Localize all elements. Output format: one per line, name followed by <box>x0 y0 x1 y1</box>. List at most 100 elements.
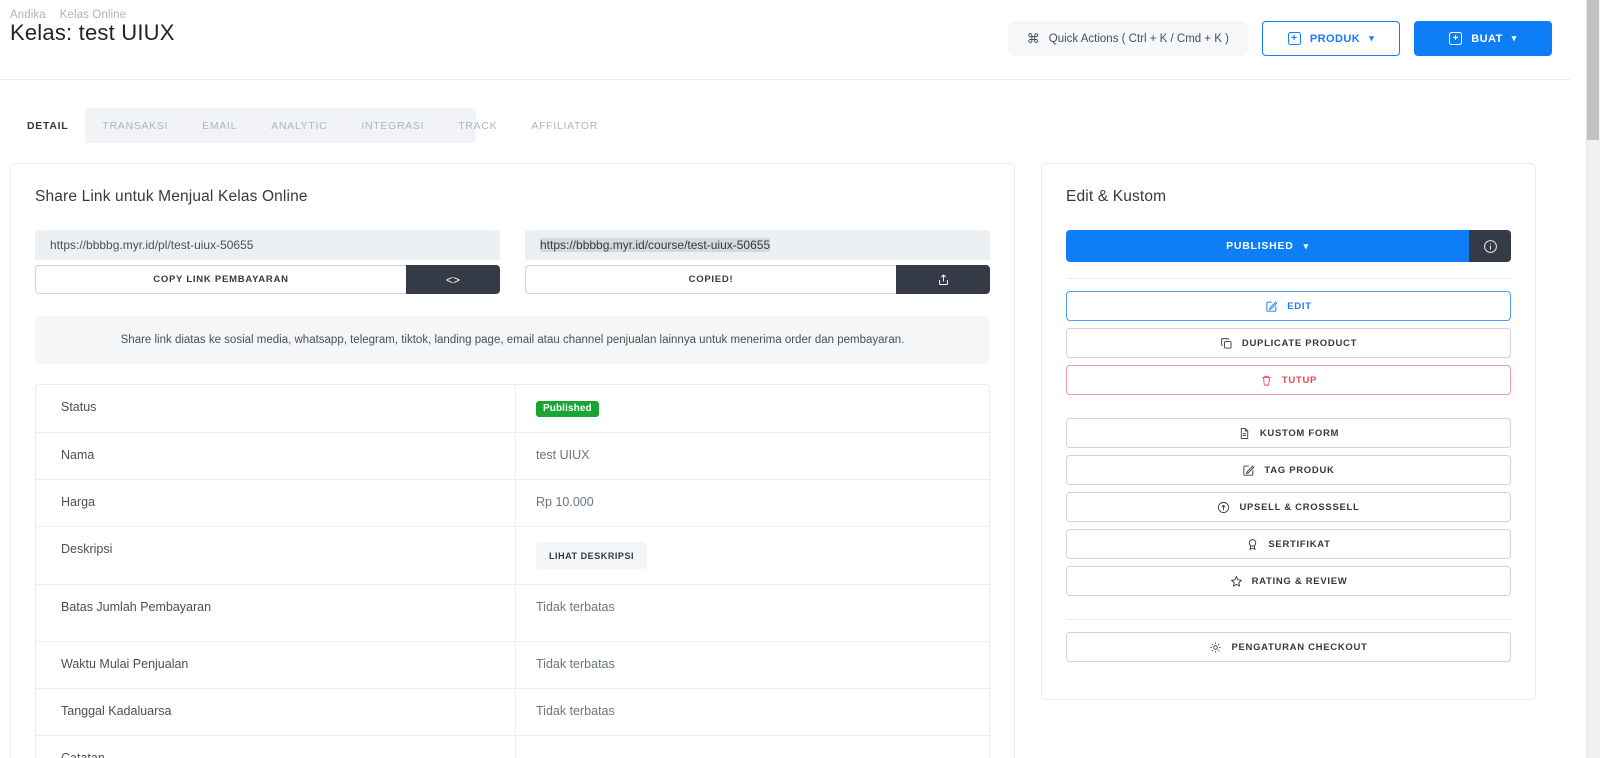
table-row: Catatan <box>36 736 989 758</box>
buat-button-label: BUAT <box>1471 32 1503 45</box>
quick-actions-label: Quick Actions ( Ctrl + K / Cmd + K ) <box>1048 32 1229 45</box>
duplicate-product-button[interactable]: DUPLICATE PRODUCT <box>1066 328 1511 358</box>
divider <box>1066 619 1511 620</box>
tutup-button-label: TUTUP <box>1281 374 1318 386</box>
tab-track[interactable]: TRACK <box>441 108 514 143</box>
detail-card: Share Link untuk Menjual Kelas Online ht… <box>10 163 1015 758</box>
chevron-down-icon: ▾ <box>1303 240 1309 251</box>
page-title: Kelas: test UIUX <box>10 20 175 45</box>
embed-code-button[interactable]: <> <box>406 265 500 294</box>
sertifikat-label: SERTIFIKAT <box>1268 538 1331 550</box>
content-area: Share Link untuk Menjual Kelas Online ht… <box>10 163 1560 758</box>
table-row: Waktu Mulai Penjualan Tidak terbatas <box>36 642 989 689</box>
status-info-button[interactable] <box>1469 230 1511 262</box>
row-label: Status <box>36 385 516 432</box>
row-label: Deskripsi <box>36 527 516 584</box>
copy-course-link-button[interactable]: COPIED! <box>525 265 896 294</box>
row-label: Batas Jumlah Pembayaran <box>36 585 516 641</box>
buat-button[interactable]: + BUAT ▾ <box>1414 21 1552 56</box>
upsell-crosssell-button[interactable]: UPSELL & CROSSSELL <box>1066 492 1511 522</box>
payment-link-text: https://bbbbg.myr.id/pl/test-uiux-50655 <box>50 238 254 252</box>
table-row: Nama test UIUX <box>36 433 989 480</box>
star-icon <box>1230 575 1243 588</box>
tab-transaksi[interactable]: TRANSAKSI <box>85 108 185 143</box>
row-value: Tidak terbatas <box>536 600 615 614</box>
copy-payment-link-button[interactable]: COPY LINK PEMBAYARAN <box>35 265 406 294</box>
row-value: Published <box>516 385 989 432</box>
pengaturan-checkout-button[interactable]: PENGATURAN CHECKOUT <box>1066 632 1511 662</box>
row-value: test UIUX <box>536 448 590 462</box>
chevron-down-icon: ▾ <box>1369 33 1375 43</box>
share-links-row: https://bbbbg.myr.id/pl/test-uiux-50655 … <box>35 230 990 294</box>
tab-integrasi[interactable]: INTEGRASI <box>344 108 441 143</box>
lihat-deskripsi-button[interactable]: LIHAT DESKRIPSI <box>536 542 648 569</box>
edit-kustom-card: Edit & Kustom PUBLISHED ▾ EDIT DUPLICATE… <box>1041 163 1536 700</box>
row-value <box>516 736 989 758</box>
share-note-banner: Share link diatas ke sosial media, whats… <box>35 316 990 364</box>
share-icon <box>937 273 950 286</box>
kustom-form-label: KUSTOM FORM <box>1259 427 1340 439</box>
table-row: Harga Rp 10.000 <box>36 480 989 527</box>
tab-bar: DETAIL TRANSAKSI EMAIL ANALYTIC INTEGRAS… <box>10 108 597 143</box>
tab-analytic[interactable]: ANALYTIC <box>254 108 344 143</box>
sertifikat-button[interactable]: SERTIFIKAT <box>1066 529 1511 559</box>
produk-button[interactable]: + PRODUK ▾ <box>1262 21 1400 56</box>
tutup-button[interactable]: TUTUP <box>1066 365 1511 395</box>
row-value: Tidak terbatas <box>536 657 615 671</box>
page-scrollbar[interactable] <box>1586 0 1600 758</box>
status-dropdown-label: PUBLISHED <box>1226 240 1294 252</box>
chevron-down-icon: ▾ <box>1511 33 1517 43</box>
edit-button-label: EDIT <box>1287 300 1312 312</box>
rating-review-button[interactable]: RATING & REVIEW <box>1066 566 1511 596</box>
tag-produk-label: TAG PRODUK <box>1264 464 1335 476</box>
payment-link-box[interactable]: https://bbbbg.myr.id/pl/test-uiux-50655 <box>35 230 500 260</box>
plus-square-icon: + <box>1449 32 1463 45</box>
pencil-square-icon <box>1265 300 1278 313</box>
course-link-box[interactable]: https://bbbbg.myr.id/course/test-uiux-50… <box>525 230 990 260</box>
pengaturan-checkout-label: PENGATURAN CHECKOUT <box>1231 641 1368 653</box>
panel-title: Edit & Kustom <box>1066 188 1167 205</box>
payment-link-block: https://bbbbg.myr.id/pl/test-uiux-50655 … <box>35 230 500 294</box>
course-link-block: https://bbbbg.myr.id/course/test-uiux-50… <box>525 230 990 294</box>
tab-detail[interactable]: DETAIL <box>10 108 86 143</box>
document-icon <box>1238 427 1251 440</box>
pencil-square-icon <box>1242 464 1255 477</box>
status-control-row: PUBLISHED ▾ <box>1066 230 1511 262</box>
award-icon <box>1246 538 1259 551</box>
edit-button[interactable]: EDIT <box>1066 291 1511 321</box>
payment-link-actions: COPY LINK PEMBAYARAN <> <box>35 265 500 294</box>
tag-produk-button[interactable]: TAG PRODUK <box>1066 455 1511 485</box>
share-note-text: Share link diatas ke sosial media, whats… <box>120 334 905 346</box>
tab-email[interactable]: EMAIL <box>185 108 254 143</box>
table-row: Batas Jumlah Pembayaran Tidak terbatas <box>36 585 989 642</box>
code-icon: <> <box>445 272 460 287</box>
kustom-form-button[interactable]: KUSTOM FORM <box>1066 418 1511 448</box>
divider <box>1066 278 1511 279</box>
command-icon: ⌘ <box>1026 30 1040 46</box>
quick-actions-button[interactable]: ⌘ Quick Actions ( Ctrl + K / Cmd + K ) <box>1007 21 1248 56</box>
status-badge: Published <box>536 401 599 417</box>
row-value: Tidak terbatas <box>536 704 615 718</box>
plus-square-icon: + <box>1287 32 1301 45</box>
share-course-button[interactable] <box>896 265 990 294</box>
table-row: Deskripsi LIHAT DESKRIPSI <box>36 527 989 585</box>
table-row: Tanggal Kadaluarsa Tidak terbatas <box>36 689 989 736</box>
course-link-text: https://bbbbg.myr.id/course/test-uiux-50… <box>540 238 771 252</box>
row-value: Rp 10.000 <box>536 495 594 509</box>
status-dropdown-button[interactable]: PUBLISHED ▾ <box>1066 230 1469 262</box>
row-label: Nama <box>36 433 516 479</box>
app-root: Andika Kelas Online Kelas: test UIUX ⌘ Qu… <box>0 0 1600 758</box>
row-label: Catatan <box>36 736 516 758</box>
course-link-actions: COPIED! <box>525 265 990 294</box>
page-header: Andika Kelas Online Kelas: test UIUX ⌘ Qu… <box>0 0 1570 80</box>
tab-affiliator[interactable]: AFFILIATOR <box>514 108 615 143</box>
row-value: LIHAT DESKRIPSI <box>516 527 989 584</box>
info-icon <box>1483 239 1498 254</box>
arrow-up-circle-icon <box>1217 501 1230 514</box>
header-actions: ⌘ Quick Actions ( Ctrl + K / Cmd + K ) +… <box>1007 21 1552 56</box>
produk-button-label: PRODUK <box>1309 32 1361 45</box>
row-label: Waktu Mulai Penjualan <box>36 642 516 688</box>
scrollbar-thumb[interactable] <box>1587 0 1599 140</box>
